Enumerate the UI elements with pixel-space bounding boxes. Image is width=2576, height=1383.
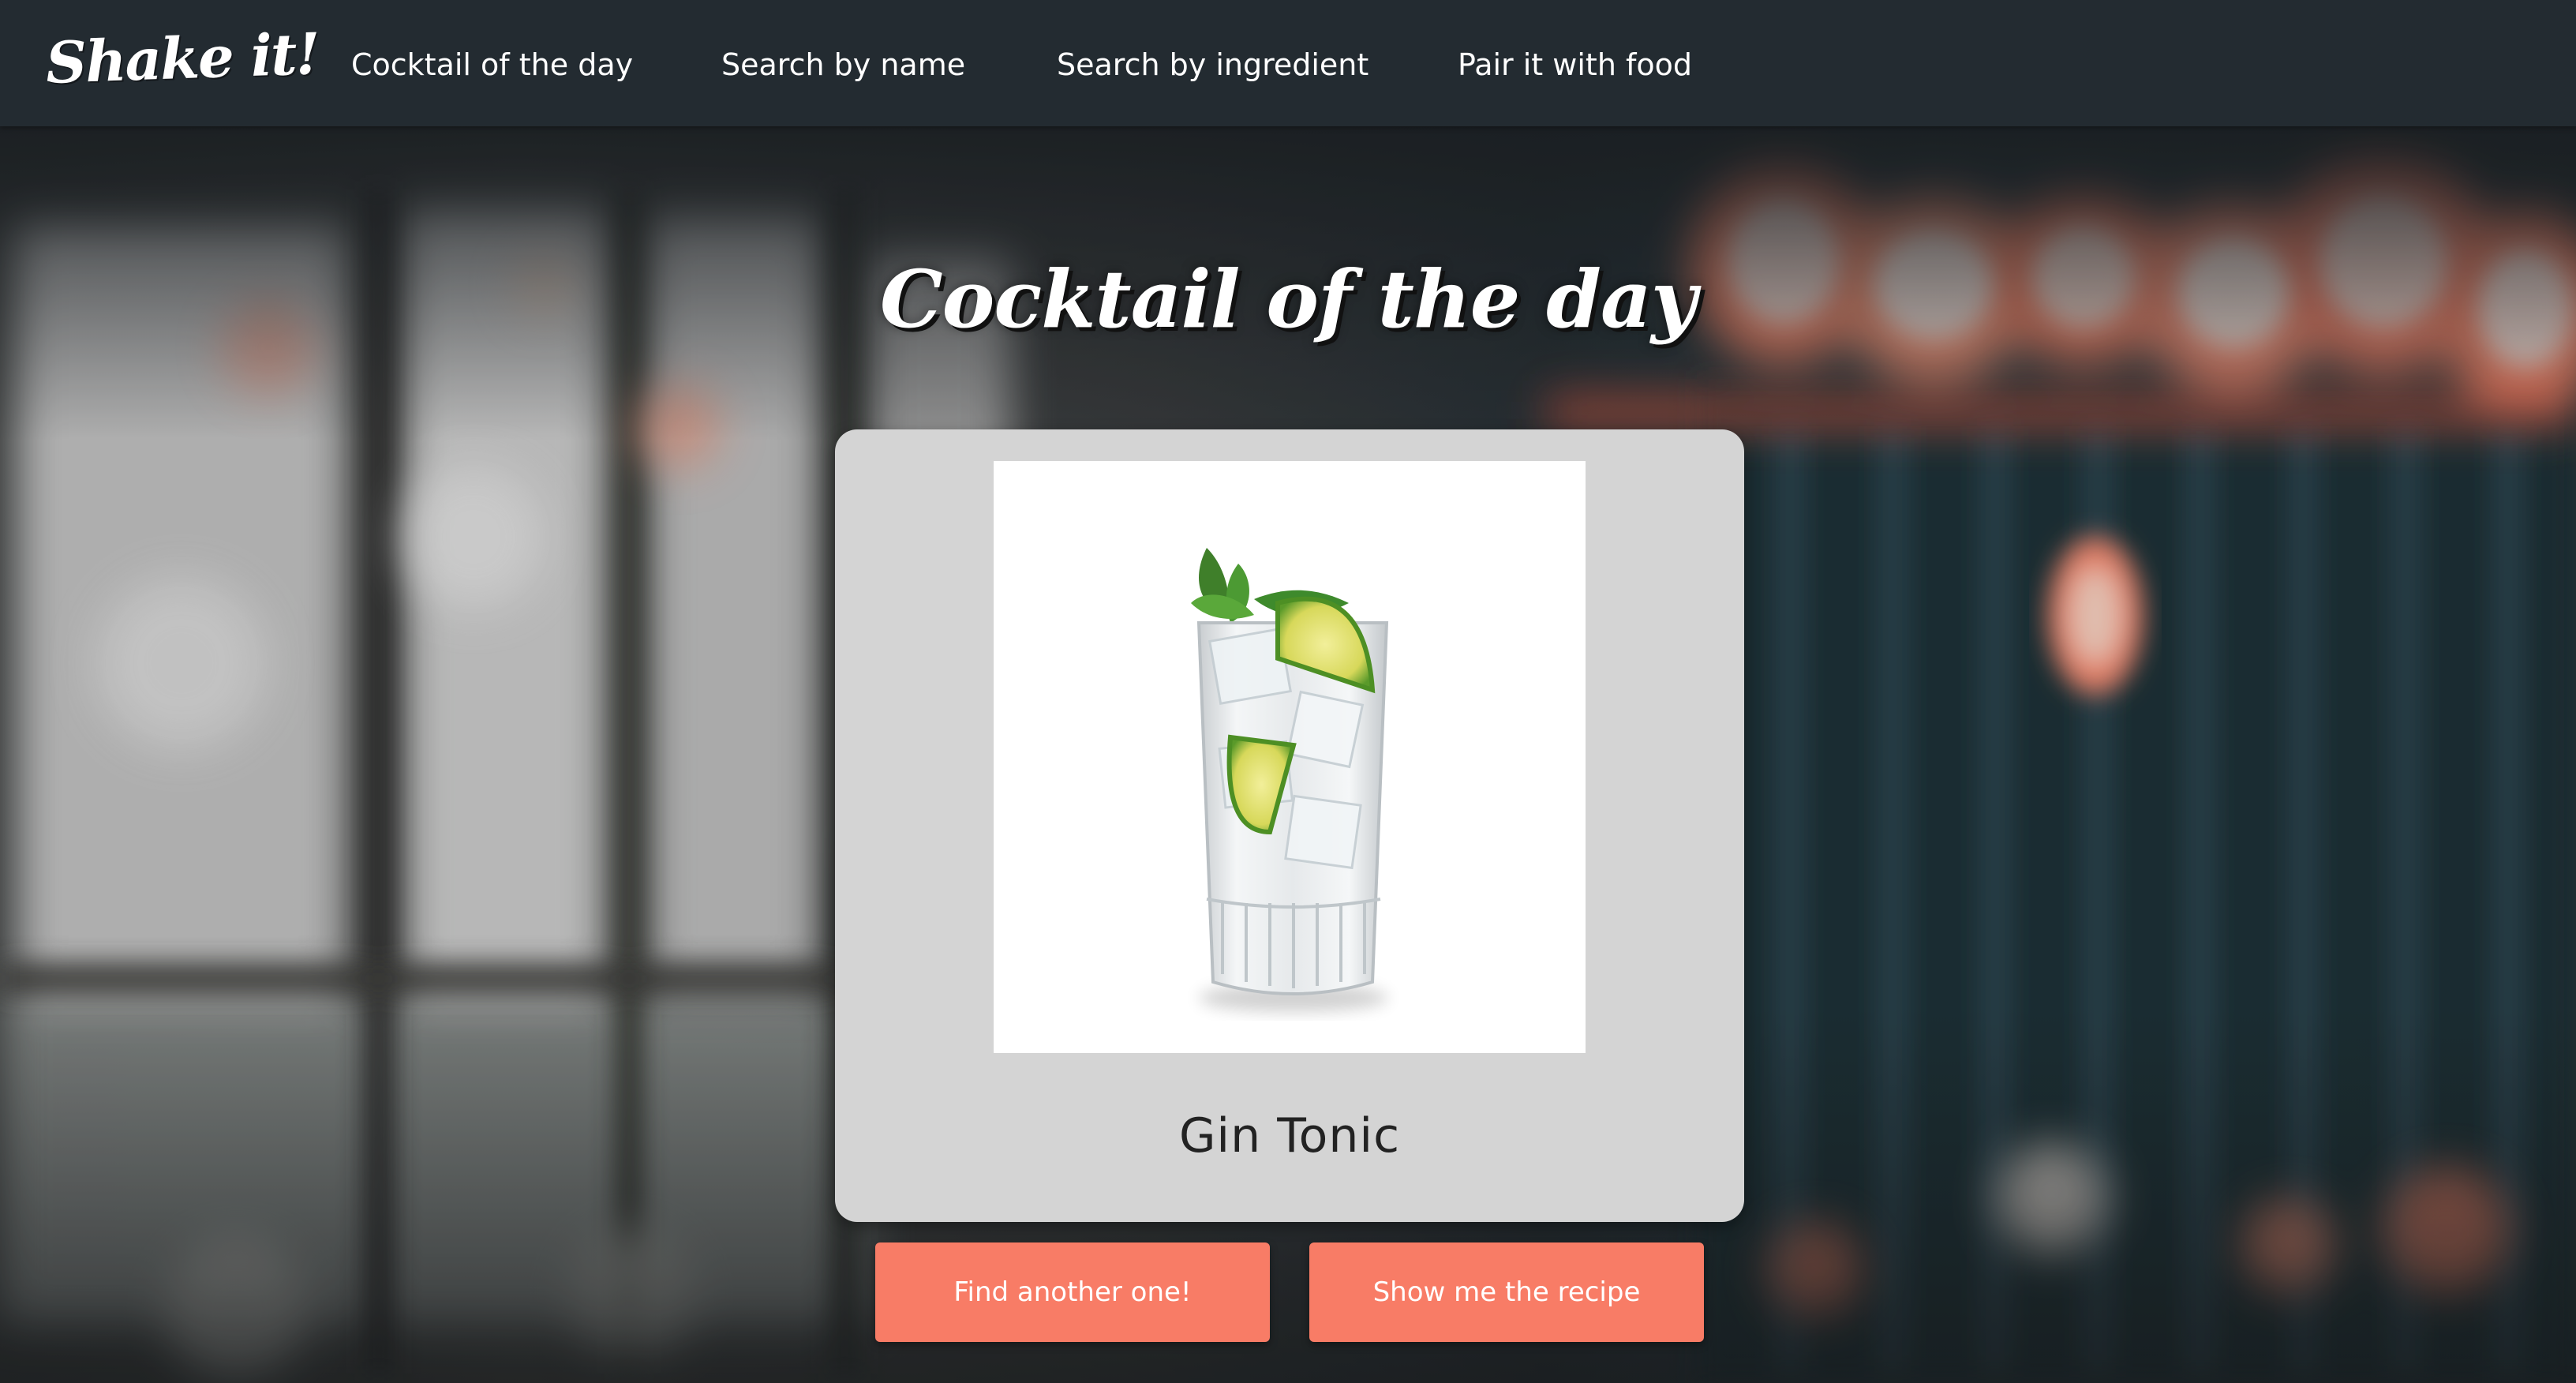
brand-logo[interactable]: Shake it! [44, 14, 320, 103]
nav-link-pair-it-with-food[interactable]: Pair it with food [1458, 39, 1692, 90]
nav-link-search-by-ingredient[interactable]: Search by ingredient [1057, 39, 1368, 90]
find-another-button[interactable]: Find another one! [875, 1242, 1270, 1342]
drink-name: Gin Tonic [1178, 1108, 1401, 1164]
nav-link-cocktail-of-the-day[interactable]: Cocktail of the day [351, 39, 633, 90]
nav-link-search-by-name[interactable]: Search by name [721, 39, 965, 90]
gin-tonic-glass-icon [1191, 548, 1389, 1012]
page: Shake it! Cocktail of the day Search by … [0, 0, 2576, 1383]
top-navbar: Shake it! Cocktail of the day Search by … [0, 0, 2576, 126]
page-title: Cocktail of the day [880, 253, 1697, 346]
show-recipe-button[interactable]: Show me the recipe [1309, 1242, 1704, 1342]
cocktail-card: Gin Tonic [835, 429, 1744, 1222]
cocktail-photo [994, 461, 1586, 1053]
